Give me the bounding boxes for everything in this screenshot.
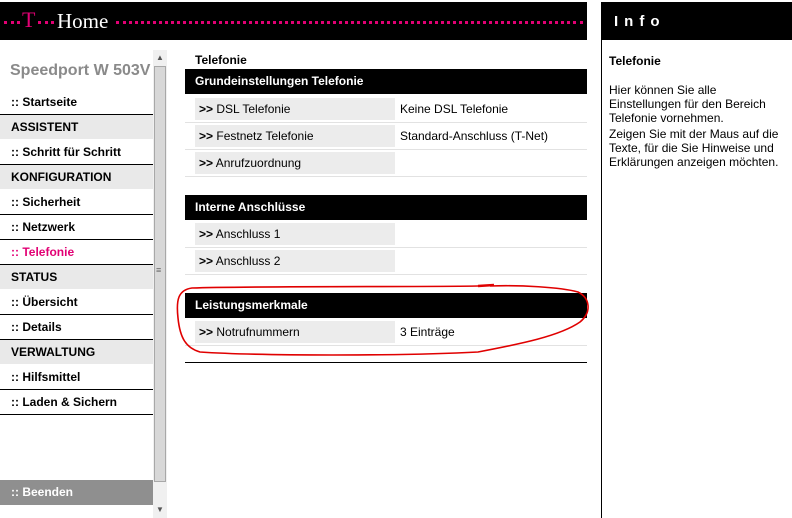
red-highlight-annotation xyxy=(176,283,589,356)
annotation-stroke xyxy=(176,284,589,356)
annotation-stroke xyxy=(477,283,495,288)
